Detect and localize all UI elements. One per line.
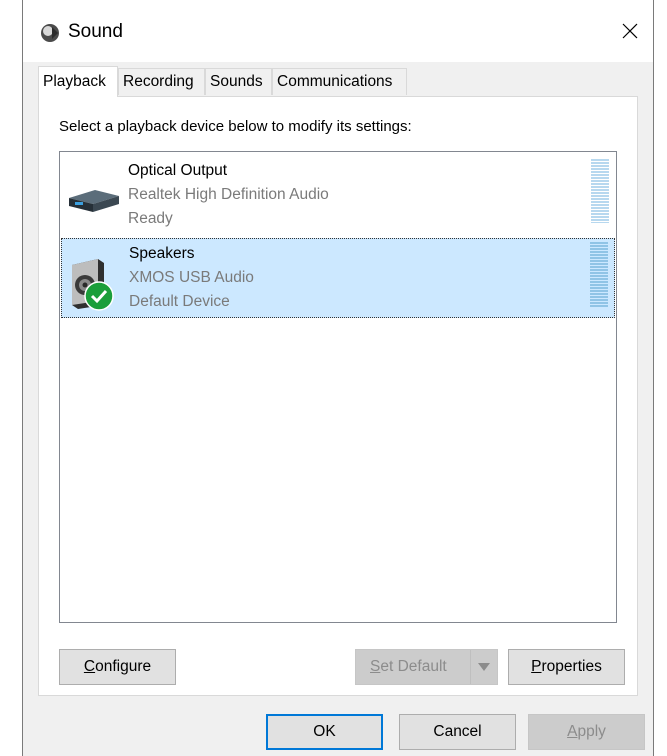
tab-playback[interactable]: Playback (38, 66, 118, 97)
optical-output-icon (69, 190, 119, 212)
device-item-speakers[interactable]: Speakers XMOS USB Audio Default Device (61, 238, 615, 318)
volume-level-meter (591, 159, 609, 223)
window-title: Sound (68, 21, 123, 42)
properties-button[interactable]: Properties (508, 649, 625, 685)
apply-label-rest: pply (577, 723, 606, 740)
chevron-down-icon (478, 663, 490, 671)
cancel-button[interactable]: Cancel (399, 714, 516, 750)
instruction-text: Select a playback device below to modify… (59, 118, 412, 135)
sound-dialog: Sound Playback Recording Sounds Communic… (22, 0, 654, 756)
configure-mnemonic: C (83, 658, 96, 675)
volume-level-meter (590, 242, 608, 308)
set-default-dropdown[interactable] (470, 650, 497, 684)
configure-label-rest: onfigure (95, 658, 152, 675)
tab-recording[interactable]: Recording (118, 68, 205, 95)
properties-label-rest: roperties (541, 658, 602, 675)
set-default-button[interactable]: Set Default (355, 649, 498, 685)
device-name: Optical Output (128, 162, 228, 179)
configure-button[interactable]: Configure (59, 649, 176, 685)
playback-panel: Select a playback device below to modify… (38, 96, 638, 696)
device-driver: Realtek High Definition Audio (128, 186, 329, 203)
set-default-mnemonic: S (370, 658, 381, 675)
device-status: Ready (128, 210, 173, 227)
tab-sounds[interactable]: Sounds (205, 68, 272, 95)
set-default-label-rest: et Default (380, 658, 447, 675)
apply-button[interactable]: Apply (528, 714, 645, 750)
close-button[interactable] (607, 0, 653, 62)
title-bar[interactable]: Sound (23, 0, 653, 62)
device-status: Default Device (129, 293, 230, 310)
device-name: Speakers (129, 245, 195, 262)
close-icon (622, 23, 638, 39)
speaker-app-icon (41, 24, 59, 42)
device-driver: XMOS USB Audio (129, 269, 254, 286)
device-item-optical-output[interactable]: Optical Output Realtek High Definition A… (61, 154, 615, 234)
tab-communications[interactable]: Communications (272, 68, 407, 95)
default-device-check-icon (84, 281, 114, 311)
device-list[interactable]: Optical Output Realtek High Definition A… (59, 151, 617, 623)
properties-mnemonic: P (531, 658, 542, 675)
apply-mnemonic: A (567, 723, 578, 740)
ok-button[interactable]: OK (266, 714, 383, 750)
